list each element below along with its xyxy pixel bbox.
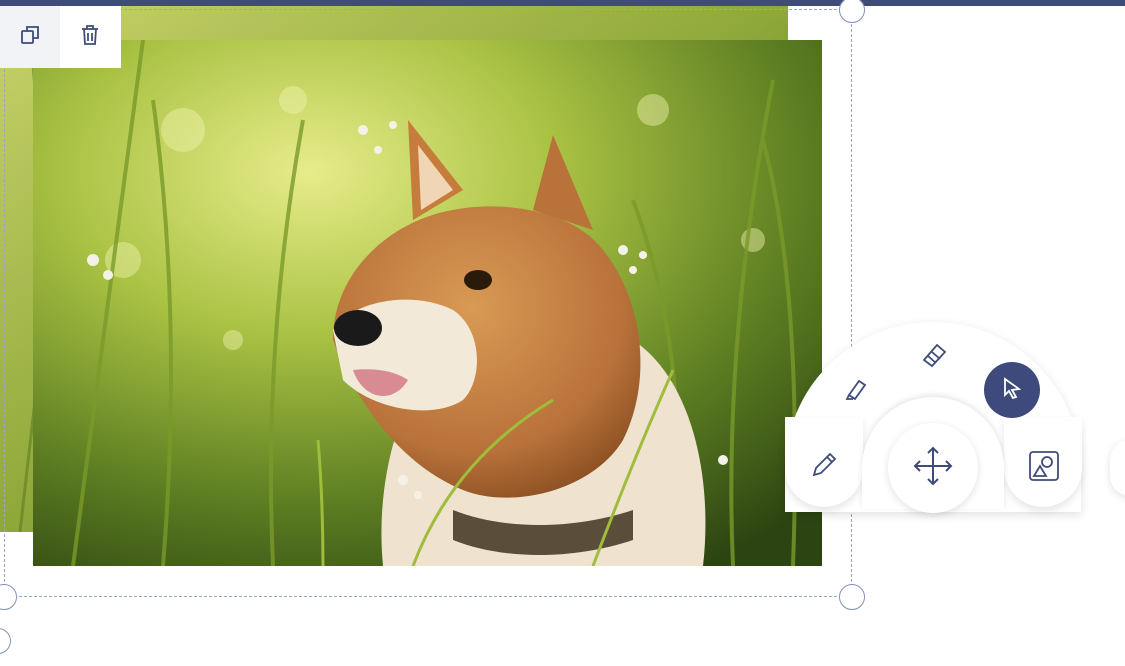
- rotate-handle[interactable]: [0, 628, 11, 654]
- shapes-icon: [1027, 449, 1061, 488]
- duplicate-button[interactable]: [0, 6, 60, 68]
- duplicate-icon: [19, 24, 41, 51]
- pencil-tool[interactable]: [800, 443, 848, 491]
- cursor-icon: [999, 375, 1025, 406]
- object-toolbar: [0, 6, 121, 68]
- trash-icon: [79, 23, 101, 52]
- move-icon: [911, 444, 955, 493]
- eraser-icon: [919, 340, 949, 375]
- eraser-tool[interactable]: [910, 333, 958, 381]
- delete-button[interactable]: [60, 6, 120, 68]
- next-tool-stub[interactable]: [1110, 440, 1125, 496]
- selection-frame: [4, 9, 852, 597]
- highlighter-icon: [841, 373, 871, 408]
- resize-handle-bottom-right[interactable]: [839, 584, 865, 610]
- select-tool[interactable]: [984, 362, 1040, 418]
- pencil-icon: [808, 449, 840, 486]
- highlighter-tool[interactable]: [832, 366, 880, 414]
- move-tool[interactable]: [888, 423, 978, 513]
- shapes-tool[interactable]: [1020, 444, 1068, 492]
- resize-handle-top-right[interactable]: [839, 0, 865, 23]
